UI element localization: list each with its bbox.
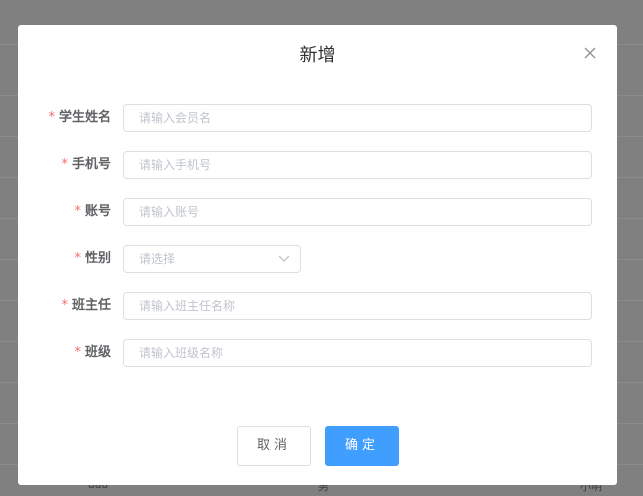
form-item-class: * 班级 — [18, 339, 617, 367]
confirm-button[interactable]: 确定 — [325, 426, 399, 466]
form-item-gender: * 性别 请选择 — [18, 245, 617, 273]
form-label: * 班主任 — [61, 292, 111, 320]
gender-select[interactable]: 请选择 — [123, 245, 301, 273]
required-mark: * — [48, 110, 55, 125]
student-name-input[interactable] — [123, 104, 592, 132]
required-mark: * — [74, 204, 81, 219]
gender-label: 性别 — [84, 251, 111, 266]
head-teacher-input[interactable] — [123, 292, 592, 320]
chevron-down-icon — [278, 255, 290, 262]
close-icon[interactable] — [583, 46, 597, 60]
form-label: * 班级 — [74, 339, 111, 367]
form-item-account: * 账号 — [18, 198, 617, 226]
class-label: 班级 — [84, 345, 111, 360]
account-label: 账号 — [84, 204, 111, 219]
form-label: * 手机号 — [61, 151, 111, 179]
required-mark: * — [74, 251, 81, 266]
cancel-button[interactable]: 取消 — [237, 426, 311, 466]
form-label: * 性别 — [74, 245, 111, 273]
form-item-phone: * 手机号 — [18, 151, 617, 179]
phone-input[interactable] — [123, 151, 592, 179]
class-input[interactable] — [123, 339, 592, 367]
dialog-title: 新增 — [299, 45, 336, 66]
form-label: * 账号 — [74, 198, 111, 226]
account-input[interactable] — [123, 198, 592, 226]
phone-label: 手机号 — [71, 157, 111, 172]
gender-select-placeholder: 请选择 — [139, 252, 176, 266]
head-teacher-label: 班主任 — [71, 298, 111, 313]
required-mark: * — [74, 345, 81, 360]
add-dialog: 新增 *学生姓名 *手机号 *账号 *性别 请选择 — [18, 25, 617, 485]
form-item-head-teacher: * 班主任 — [18, 292, 617, 320]
student-name-label: 学生姓名 — [58, 110, 111, 125]
required-mark: * — [61, 298, 68, 313]
form-item-student-name: * 学生姓名 — [18, 104, 617, 132]
required-mark: * — [61, 157, 68, 172]
form-label: * 学生姓名 — [48, 104, 111, 132]
